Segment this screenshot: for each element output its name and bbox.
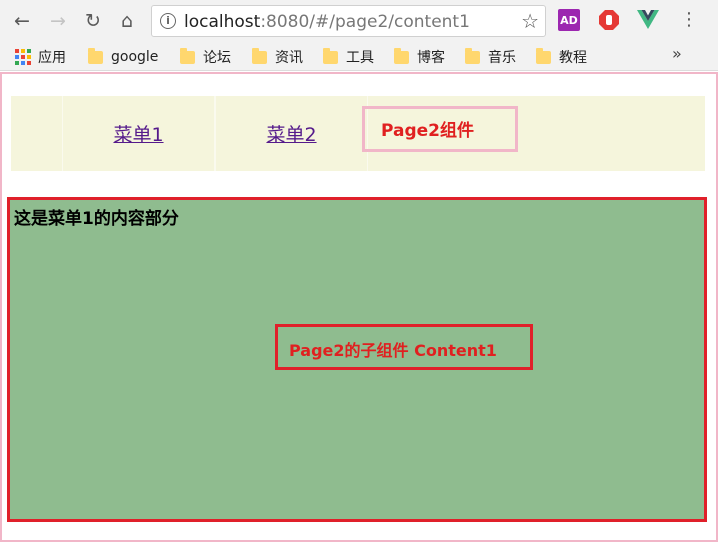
folder-icon — [323, 47, 338, 64]
folder-icon — [465, 47, 480, 64]
bookmarks-bar: 应用 google 论坛 资讯 工具 博客 音乐 教程 » — [0, 42, 718, 71]
bookmark-folder-forum[interactable]: 论坛 — [180, 47, 231, 67]
content-panel: 这是菜单1的内容部分 Page2的子组件 Content1 — [7, 197, 707, 522]
bookmark-apps[interactable]: 应用 — [15, 47, 66, 67]
menu-bar: 菜单1 菜单2 — [11, 96, 705, 171]
folder-icon — [252, 47, 267, 64]
bookmark-label: 论坛 — [203, 50, 231, 66]
content-title: 这是菜单1的内容部分 — [14, 209, 179, 229]
folder-icon — [536, 47, 551, 64]
browser-toolbar: ← → ↻ ⌂ i localhost:8080/#/page2/content… — [0, 0, 718, 42]
home-icon[interactable]: ⌂ — [114, 8, 140, 34]
bookmark-folder-music[interactable]: 音乐 — [465, 47, 516, 67]
folder-icon — [88, 47, 103, 64]
bookmark-folder-tutorials[interactable]: 教程 — [536, 47, 587, 67]
adblock-extension-icon[interactable]: AD — [558, 9, 580, 31]
page-viewport: 菜单1 菜单2 Page2组件 这是菜单1的内容部分 Page2的子组件 Con… — [0, 72, 718, 542]
site-info-icon[interactable]: i — [160, 13, 176, 29]
bookmark-folder-tools[interactable]: 工具 — [323, 47, 374, 67]
bookmarks-overflow-button[interactable]: » — [672, 44, 682, 63]
subcomponent-label: Page2的子组件 Content1 — [275, 324, 533, 370]
stop-hand-extension-icon[interactable] — [598, 9, 620, 31]
bookmark-folder-blog[interactable]: 博客 — [394, 47, 445, 67]
bookmark-label: 教程 — [559, 50, 587, 66]
browser-menu-icon[interactable]: ⋮ — [680, 9, 698, 33]
apps-grid-icon — [15, 49, 31, 65]
menu-link-1[interactable]: 菜单1 — [62, 96, 215, 171]
bookmark-label: 工具 — [346, 50, 374, 66]
folder-icon — [394, 47, 409, 64]
menu-link-2[interactable]: 菜单2 — [215, 96, 368, 171]
address-url[interactable]: localhost:8080/#/page2/content1 — [184, 12, 470, 32]
bookmark-label: google — [111, 49, 159, 65]
reload-icon[interactable]: ↻ — [80, 8, 106, 34]
forward-arrow-icon[interactable]: → — [45, 8, 71, 34]
address-bar[interactable]: i localhost:8080/#/page2/content1 ☆ — [151, 5, 546, 37]
bookmark-folder-google[interactable]: google — [88, 47, 158, 67]
vue-devtools-icon[interactable] — [637, 9, 659, 31]
bookmark-label: 博客 — [417, 50, 445, 66]
folder-icon — [180, 47, 195, 64]
bookmark-label: 应用 — [38, 50, 66, 66]
bookmark-folder-news[interactable]: 资讯 — [252, 47, 303, 67]
page2-component-label: Page2组件 — [362, 106, 518, 152]
bookmark-label: 资讯 — [275, 50, 303, 66]
bookmark-label: 音乐 — [488, 50, 516, 66]
back-arrow-icon[interactable]: ← — [9, 8, 35, 34]
bookmark-star-icon[interactable]: ☆ — [521, 9, 539, 33]
